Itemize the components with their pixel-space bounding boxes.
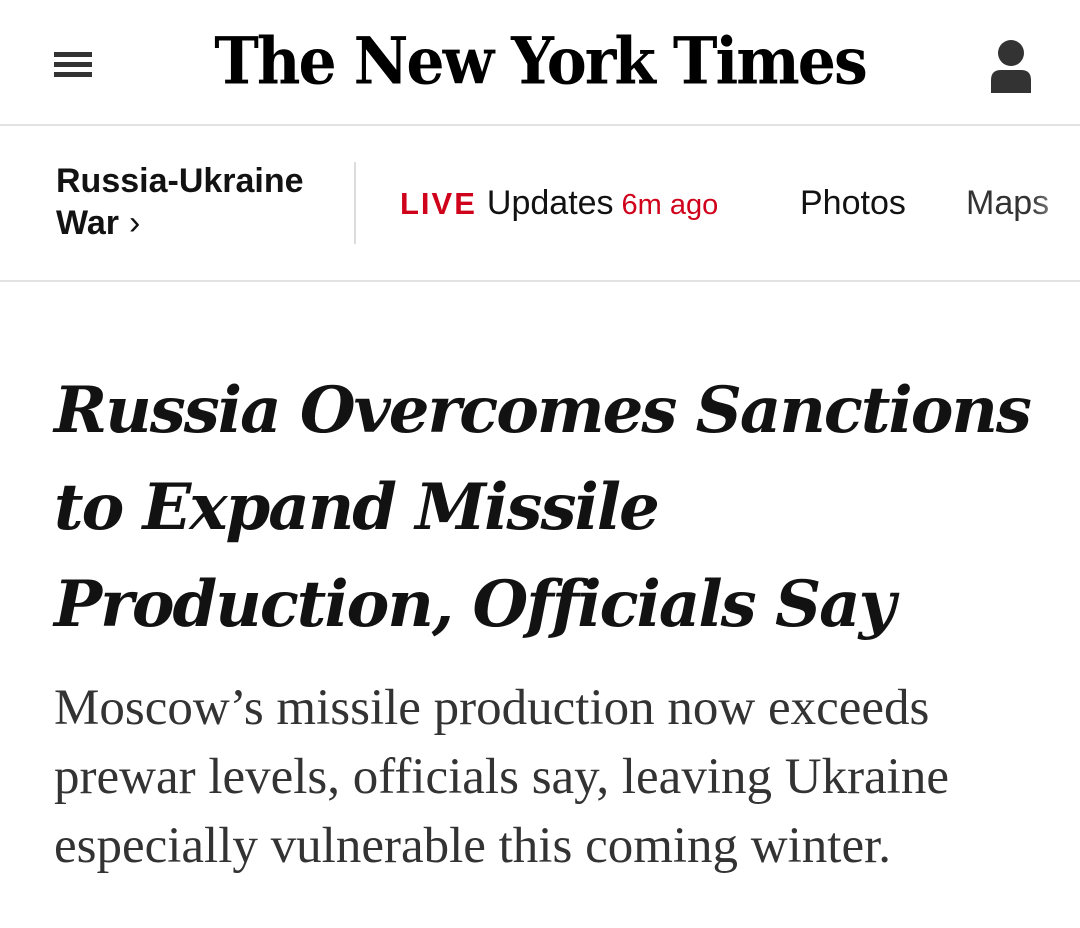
user-account-icon[interactable] — [982, 36, 1038, 96]
section-nav: Russia-Ukraine War › LIVE Updates 6m ago Ph… — [0, 126, 1080, 282]
article-headline: Russia Overcomes Sanctions to Expand Mis… — [54, 373, 1032, 642]
hamburger-menu-icon[interactable] — [52, 48, 96, 82]
section-link-russia-ukraine-war[interactable]: Russia-Ukraine War › — [56, 160, 346, 244]
menu-bar — [54, 72, 92, 77]
menu-bar — [54, 52, 92, 57]
live-badge: LIVE — [400, 186, 477, 221]
nav-item-maps[interactable]: Maps — [966, 182, 1049, 224]
masthead: The New York Times — [0, 0, 1080, 126]
chevron-right-icon: › — [128, 204, 141, 242]
nav-divider — [354, 162, 356, 244]
section-label: Russia-Ukraine War — [56, 162, 304, 242]
live-updates-link[interactable]: LIVE Updates 6m ago — [400, 182, 718, 231]
live-updates-label: Updates — [486, 184, 614, 222]
live-updated-time: 6m ago — [621, 189, 719, 221]
user-silhouette-icon — [991, 40, 1031, 93]
nav-item-photos[interactable]: Photos — [800, 182, 906, 224]
menu-bar — [54, 62, 92, 67]
article-summary: Moscow’s missile production now exceeds … — [54, 680, 949, 874]
nyt-logo[interactable]: The New York Times — [200, 17, 880, 108]
